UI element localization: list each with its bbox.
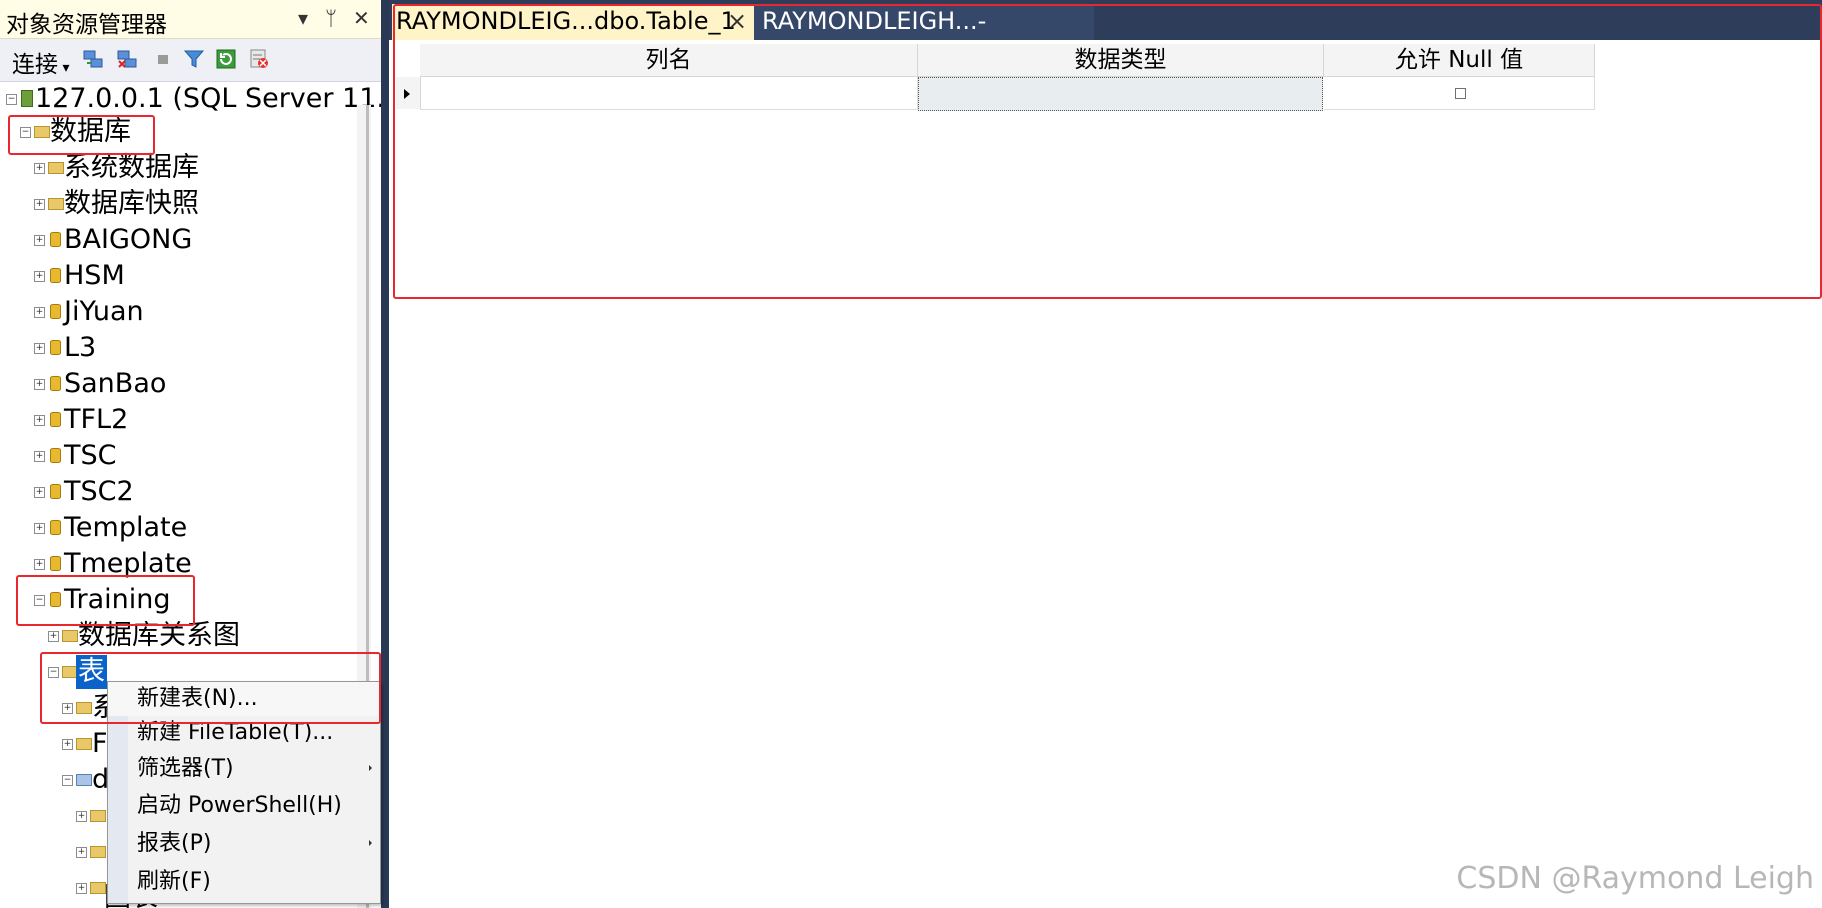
folder-icon — [90, 810, 106, 822]
connect-object-explorer-icon[interactable] — [82, 48, 104, 70]
database-icon — [50, 520, 61, 535]
expand-icon[interactable]: + — [34, 487, 45, 498]
filter-icon[interactable] — [183, 48, 205, 70]
menu-item-start-powershell[interactable]: 启动 PowerShell(H) — [108, 789, 380, 823]
object-explorer-titlebar: 对象资源管理器 ▾ ᛘ ✕ — [0, 0, 381, 39]
database-icon — [50, 268, 61, 283]
disconnect-icon[interactable] — [116, 48, 138, 70]
database-icon — [50, 484, 61, 499]
activity-monitor-icon[interactable] — [248, 48, 270, 70]
folder-icon — [48, 162, 64, 174]
collapse-icon[interactable]: − — [6, 94, 17, 105]
expand-icon[interactable]: + — [34, 199, 45, 210]
expand-icon[interactable]: + — [34, 559, 45, 570]
menu-item-reports[interactable]: 报表(P) — [108, 827, 380, 861]
database-icon — [50, 232, 61, 247]
menu-item-filter[interactable]: 筛选器(T) — [108, 752, 380, 786]
watermark: CSDN @Raymond Leigh — [1456, 861, 1814, 896]
refresh-icon[interactable] — [215, 48, 237, 70]
server-icon — [21, 90, 33, 107]
expand-icon[interactable]: + — [34, 451, 45, 462]
database-icon — [50, 304, 61, 319]
expand-icon[interactable]: + — [34, 415, 45, 426]
database-icon — [50, 412, 61, 427]
expand-icon[interactable]: + — [62, 739, 73, 750]
database-icon — [50, 340, 61, 355]
folder-icon — [90, 846, 106, 858]
tree-node-server[interactable]: − 127.0.0.1 (SQL Server 11. — [0, 82, 381, 116]
folder-icon — [48, 198, 64, 210]
annotation-designer — [393, 4, 1822, 299]
object-explorer-title: 对象资源管理器 — [6, 12, 167, 38]
expand-icon[interactable]: + — [34, 379, 45, 390]
expand-icon[interactable]: + — [76, 847, 87, 858]
expand-icon[interactable]: + — [34, 235, 45, 246]
collapse-icon[interactable]: − — [62, 775, 73, 786]
stop-icon[interactable] — [152, 48, 174, 70]
expand-icon[interactable]: + — [34, 307, 45, 318]
database-icon — [50, 448, 61, 463]
expand-icon[interactable]: + — [76, 883, 87, 894]
chevron-down-icon[interactable]: ▾ — [298, 6, 308, 30]
table-icon — [76, 774, 92, 786]
menu-item-refresh[interactable]: 刷新(F) — [108, 865, 380, 899]
expand-icon[interactable]: + — [48, 631, 59, 642]
annotation-databases — [8, 115, 155, 155]
folder-icon — [62, 630, 78, 642]
annotation-training — [16, 575, 195, 626]
annotation-new-table — [40, 652, 381, 724]
pin-icon[interactable]: ᛘ — [325, 6, 337, 30]
submenu-arrow-icon — [369, 765, 372, 771]
folder-icon — [76, 738, 92, 750]
panel-splitter[interactable] — [381, 0, 389, 908]
expand-icon[interactable]: + — [34, 271, 45, 282]
expand-icon[interactable]: + — [34, 343, 45, 354]
object-explorer-toolbar: 连接 ▾ — [0, 39, 381, 82]
expand-icon[interactable]: + — [76, 811, 87, 822]
expand-icon[interactable]: + — [34, 523, 45, 534]
close-icon[interactable]: ✕ — [353, 6, 370, 30]
database-icon — [50, 556, 61, 571]
connect-button[interactable]: 连接 ▾ — [12, 45, 69, 79]
database-icon — [50, 376, 61, 391]
expand-icon[interactable]: + — [34, 163, 45, 174]
submenu-arrow-icon — [369, 840, 372, 846]
